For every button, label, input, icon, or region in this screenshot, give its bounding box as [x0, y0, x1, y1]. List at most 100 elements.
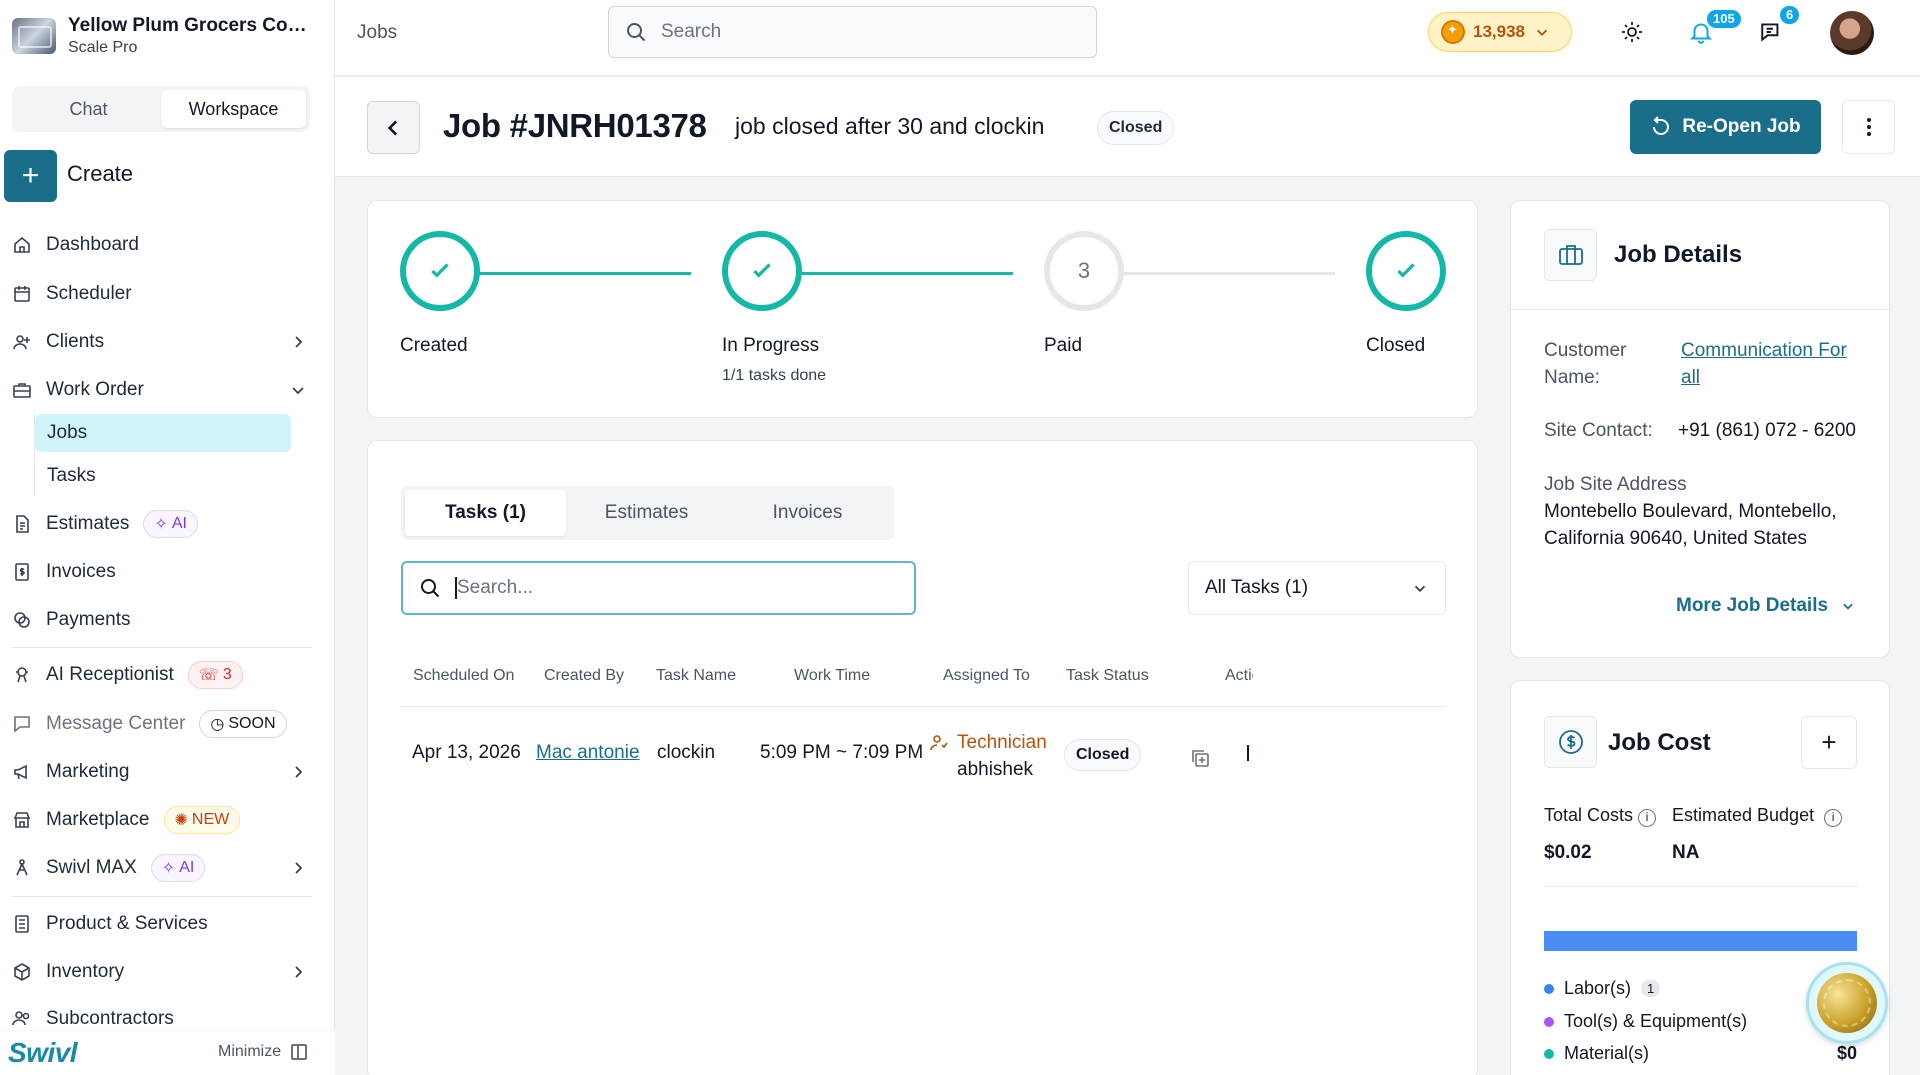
job-subtitle: job closed after 30 and clockin — [735, 113, 1045, 139]
sidebar-item-ai-receptionist[interactable]: AI Receptionist ☏ 3 — [12, 655, 312, 695]
estimated-budget-label: Estimated Budget i — [1672, 802, 1843, 829]
column-header[interactable]: Assigned To — [943, 667, 1030, 685]
assistant-mascot-button[interactable] — [1806, 962, 1888, 1044]
add-cost-button[interactable]: + — [1801, 716, 1857, 769]
sidebar-divider — [12, 647, 312, 648]
column-header[interactable]: Actic — [1225, 667, 1253, 685]
step-created-circle — [400, 231, 480, 311]
sidebar-item-work-order[interactable]: Work Order — [12, 370, 312, 410]
store-icon — [12, 810, 32, 830]
user-avatar[interactable] — [1830, 11, 1874, 55]
invoice-icon — [12, 562, 32, 582]
search-placeholder: Search... — [457, 577, 534, 598]
column-header[interactable]: Scheduled On — [413, 667, 514, 685]
breadcrumb[interactable]: Jobs — [357, 22, 397, 44]
create-label[interactable]: Create — [67, 161, 133, 187]
customer-label: Customer Name: — [1544, 340, 1627, 388]
assigned-to-cell: Technician abhishek — [929, 729, 1047, 783]
sidebar-item-estimates[interactable]: Estimates ✧ AI — [12, 504, 312, 544]
mode-toggle: Chat Workspace — [12, 86, 310, 132]
sidebar-item-clients[interactable]: Clients — [12, 322, 312, 362]
total-costs-text: Total Costs — [1544, 805, 1634, 825]
catalog-icon — [12, 914, 32, 934]
task-search-input[interactable]: Search... — [401, 561, 916, 615]
legend-labor: Labor(s) 1 — [1544, 978, 1661, 999]
chevron-down-icon — [1414, 585, 1426, 592]
chevron-right-icon — [295, 336, 303, 348]
briefcase-icon — [12, 380, 32, 400]
more-details-label: More Job Details — [1676, 595, 1829, 616]
sidebar-item-label: Marketplace — [46, 809, 150, 830]
sidebar-item-inventory[interactable]: Inventory — [12, 952, 312, 992]
estimated-budget-value: NA — [1672, 842, 1700, 863]
column-header[interactable]: Task Status — [1066, 667, 1149, 685]
step-sublabel: 1/1 tasks done — [722, 367, 827, 384]
budget-text: Estimated Budget — [1672, 805, 1815, 825]
column-header[interactable]: Task Name — [656, 667, 736, 685]
row-action-icon[interactable] — [1247, 745, 1253, 761]
phone-icon: ☏ — [198, 667, 219, 684]
sidebar-item-tasks[interactable]: Tasks — [35, 457, 291, 495]
theme-toggle-button[interactable] — [1618, 18, 1646, 46]
info-icon[interactable]: i — [1638, 809, 1657, 827]
sidebar-item-label: Subcontractors — [46, 1008, 174, 1028]
tab-invoices[interactable]: Invoices — [727, 490, 888, 536]
column-header[interactable]: Created By — [544, 667, 624, 685]
sparkle-icon: ✺ — [174, 812, 188, 829]
sidebar-item-subcontractors[interactable]: Subcontractors — [12, 1000, 312, 1028]
sidebar-item-marketplace[interactable]: Marketplace ✺ NEW — [12, 800, 312, 840]
global-search-input[interactable]: Search — [608, 6, 1097, 58]
create-button[interactable]: + — [4, 150, 57, 202]
sparkle-icon: ✧ — [154, 516, 168, 533]
created-by-link[interactable]: Mac antonie — [536, 742, 640, 763]
kebab-icon — [1866, 118, 1871, 136]
sidebar-footer: Swivl Minimize — [0, 1030, 335, 1075]
sidebar-item-message-center[interactable]: Message Center ◷ SOON — [12, 704, 312, 744]
plus-icon: + — [1821, 727, 1837, 757]
refresh-icon — [1653, 116, 1670, 135]
sidebar-item-payments[interactable]: Payments — [12, 600, 312, 640]
reopen-job-button[interactable]: Re-Open Job — [1630, 100, 1821, 154]
sidebar-item-label: Scheduler — [46, 283, 132, 304]
address-value: Montebello Boulevard, Montebello, Califo… — [1544, 501, 1837, 549]
reopen-label: Re-Open Job — [1682, 116, 1801, 137]
sidebar-item-dashboard[interactable]: Dashboard — [12, 225, 312, 265]
calendar-icon — [12, 284, 32, 304]
sidebar-item-jobs[interactable]: Jobs — [35, 414, 291, 452]
step-closed-circle — [1366, 231, 1446, 311]
card-title: Job Cost — [1608, 729, 1711, 756]
minimize-button[interactable]: Minimize — [218, 1043, 308, 1061]
sidebar-item-marketing[interactable]: Marketing — [12, 752, 312, 792]
column-header[interactable]: Work Time — [794, 667, 870, 685]
table-row[interactable]: Apr 13, 2026 Mac antonie clockin 5:09 PM… — [401, 717, 1446, 797]
badge-label: AI — [171, 515, 187, 532]
chat-tab[interactable]: Chat — [16, 90, 161, 128]
tab-tasks[interactable]: Tasks (1) — [405, 490, 566, 536]
receptionist-icon — [12, 665, 32, 685]
workspace-tab[interactable]: Workspace — [161, 90, 306, 128]
sidebar-item-swivl-max[interactable]: Swivl MAX ✧ AI — [12, 848, 312, 888]
back-button[interactable] — [367, 101, 420, 154]
sidebar-item-invoices[interactable]: Invoices — [12, 552, 312, 592]
sidebar-item-label: Work Order — [46, 379, 144, 400]
copy-task-button[interactable] — [1189, 747, 1211, 775]
coins-button[interactable]: 13,938 — [1428, 12, 1572, 52]
legend-label: Material(s) — [1564, 1043, 1650, 1063]
card-divider — [1544, 886, 1857, 887]
customer-name-link[interactable]: Communication For all — [1681, 337, 1861, 391]
filter-value: All Tasks (1) — [1205, 577, 1309, 598]
task-filter-select[interactable]: All Tasks (1) — [1188, 561, 1446, 615]
sidebar-item-products[interactable]: Product & Services — [12, 904, 312, 944]
badge-label: AI — [179, 859, 195, 876]
info-icon[interactable]: i — [1824, 809, 1843, 827]
org-switcher[interactable]: Yellow Plum Grocers Com... Scale Pro — [12, 10, 327, 62]
customer-link-text[interactable]: Communication For all — [1681, 340, 1847, 388]
sidebar-item-scheduler[interactable]: Scheduler — [12, 274, 312, 314]
job-status-badge: Closed — [1097, 111, 1175, 145]
created-by-cell[interactable]: Mac antonie — [536, 742, 640, 764]
calls-badge: ☏ 3 — [187, 661, 243, 689]
more-job-details-button[interactable]: More Job Details — [1676, 595, 1856, 617]
tab-estimates[interactable]: Estimates — [566, 490, 727, 536]
chevron-left-icon — [387, 119, 397, 136]
more-options-button[interactable] — [1842, 100, 1895, 154]
